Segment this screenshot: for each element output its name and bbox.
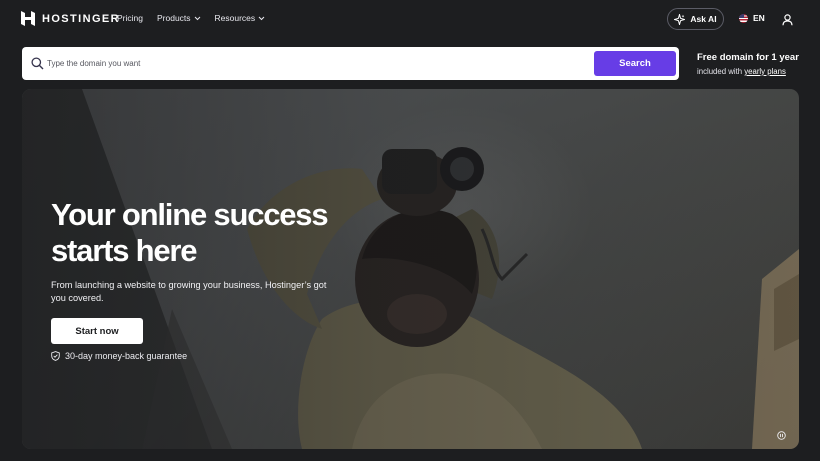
top-navigation: HOSTINGER Pricing Products Resources Ask… <box>0 0 820 38</box>
language-label: EN <box>753 13 765 23</box>
chevron-down-icon <box>194 16 200 20</box>
start-now-button[interactable]: Start now <box>51 318 143 344</box>
shield-check-icon <box>51 351 60 361</box>
pause-icon <box>777 431 786 440</box>
domain-search-box: Search <box>22 47 679 80</box>
hero-overlay <box>22 89 799 449</box>
domain-search-input[interactable] <box>47 47 587 80</box>
promo-subtitle-text: included with <box>697 67 743 76</box>
nav-item-label: Products <box>156 13 191 23</box>
hostinger-logo[interactable]: HOSTINGER <box>21 11 120 26</box>
promo-subtitle: included with yearly plans <box>697 67 799 76</box>
language-selector[interactable]: EN <box>739 13 765 23</box>
account-button[interactable] <box>782 13 793 31</box>
ask-ai-button[interactable]: Ask AI <box>667 8 724 30</box>
hero-title-line2: starts here <box>51 233 198 268</box>
user-icon <box>782 14 793 26</box>
nav-item-label: Resources <box>214 13 256 23</box>
main-menu: Pricing Products Resources <box>117 13 265 23</box>
search-button[interactable]: Search <box>594 51 676 76</box>
hero-title-line1: Your online success <box>51 197 329 232</box>
free-domain-promo: Free domain for 1 year included with yea… <box>697 52 799 76</box>
nav-item-products[interactable]: Products <box>157 13 201 23</box>
nav-item-label: Pricing <box>117 13 143 23</box>
us-flag-icon <box>739 13 748 23</box>
money-back-guarantee: 30-day money-back guarantee <box>51 351 187 361</box>
yearly-plans-link[interactable]: yearly plans <box>744 67 786 76</box>
ai-sparkle-icon <box>674 13 686 25</box>
promo-title: Free domain for 1 year <box>697 52 799 63</box>
guarantee-text: 30-day money-back guarantee <box>65 351 188 361</box>
brand-name: HOSTINGER <box>42 12 120 25</box>
video-pause-button[interactable] <box>777 427 786 445</box>
nav-item-pricing[interactable]: Pricing <box>117 13 143 23</box>
hero-subtitle: From launching a website to growing your… <box>51 280 327 303</box>
search-icon <box>31 57 44 70</box>
chevron-down-icon <box>258 16 265 20</box>
hero-title: Your online success starts here <box>51 197 371 269</box>
nav-item-resources[interactable]: Resources <box>215 13 266 23</box>
hostinger-logo-icon <box>21 11 35 26</box>
ask-ai-label: Ask AI <box>690 14 717 24</box>
hero-video-banner: Your online success starts here From lau… <box>22 89 799 449</box>
